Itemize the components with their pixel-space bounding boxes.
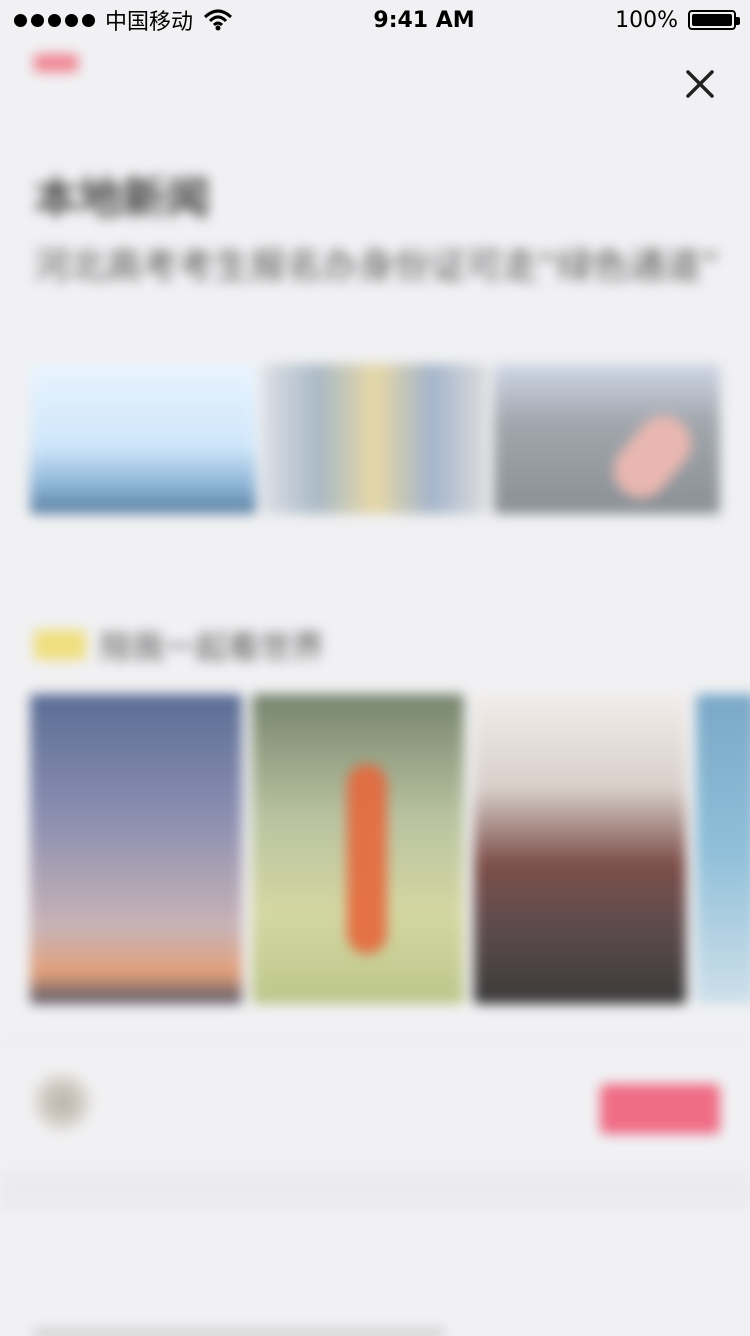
signal-icon [14, 13, 95, 27]
article-image-row[interactable] [30, 364, 720, 514]
status-left: 中国移动 [14, 4, 233, 36]
video-card[interactable] [474, 694, 686, 1004]
article-image-group [262, 364, 488, 514]
top-meta-row [34, 54, 94, 72]
article-headline[interactable]: 河北高考考生报名办身份证可走“绿色通道” [34, 242, 724, 292]
video-card-list [30, 694, 750, 1004]
blurred-feed: 本地新闻 河北高考考生报名办身份证可走“绿色通道” 陪我一起看世界 [0, 0, 750, 1336]
article-image-surf [30, 364, 256, 514]
recommend-header: 陪我一起看世界 [34, 622, 324, 668]
recommend-tag [34, 630, 86, 660]
section-separator [0, 1170, 750, 1210]
bottom-divider [34, 1330, 444, 1336]
carrier-label: 中国移动 [105, 10, 194, 35]
article-image-city [494, 364, 720, 514]
news-tag [34, 54, 78, 72]
avatar[interactable] [34, 1074, 90, 1130]
battery-label: 100% [615, 7, 678, 33]
close-icon[interactable] [680, 64, 720, 104]
divider [0, 1040, 750, 1042]
section-title: 本地新闻 [34, 173, 210, 224]
video-card[interactable] [696, 694, 750, 1004]
status-bar: 中国移动 9:41 AM 100% [0, 0, 750, 40]
recommend-title: 陪我一起看世界 [100, 628, 325, 666]
status-right: 100% [615, 7, 740, 33]
author-row [34, 1074, 112, 1130]
video-card[interactable] [30, 694, 242, 1004]
status-time: 9:41 AM [373, 7, 475, 33]
battery-icon [687, 10, 740, 30]
video-card[interactable] [252, 694, 464, 1004]
follow-button[interactable] [600, 1084, 720, 1134]
wifi-icon [203, 9, 233, 31]
